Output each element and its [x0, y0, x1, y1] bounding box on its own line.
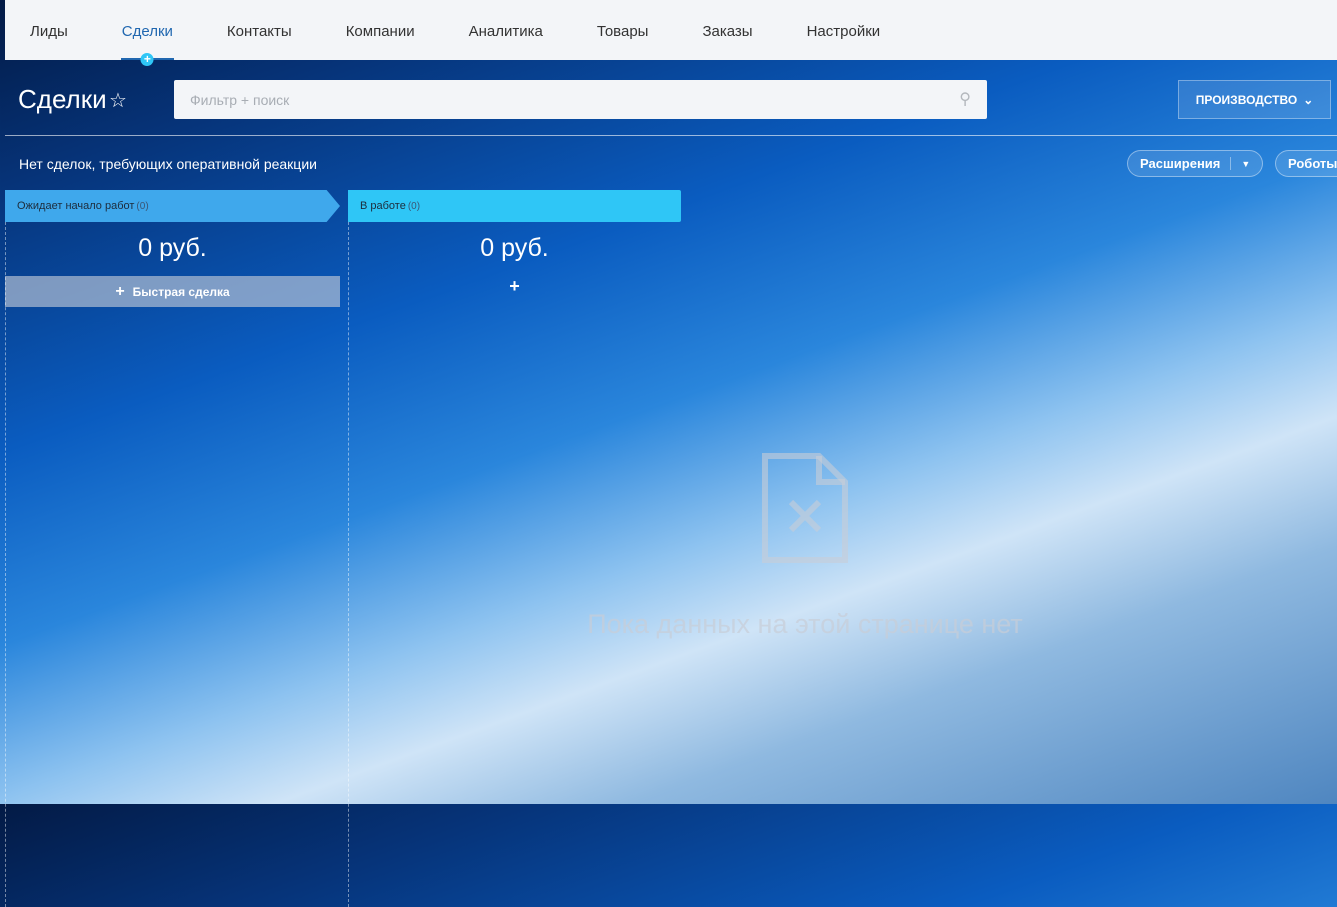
- add-deal-button[interactable]: +: [348, 276, 681, 297]
- quick-deal-label: Быстрая сделка: [132, 284, 230, 299]
- extensions-label: Расширения: [1140, 156, 1221, 171]
- column-count: (0): [136, 200, 149, 212]
- separator: [1230, 157, 1232, 170]
- column-border: [348, 222, 349, 907]
- add-icon[interactable]: +: [140, 53, 154, 66]
- nav-products[interactable]: Товары: [597, 0, 649, 60]
- chevron-down-icon: ⌄: [1303, 92, 1314, 107]
- nav-deals-label: Сделки: [121, 23, 173, 40]
- robots-button[interactable]: Роботы: [1275, 150, 1337, 177]
- robots-label: Роботы: [1288, 156, 1337, 171]
- nav-contacts[interactable]: Контакты: [227, 0, 292, 60]
- nav-companies[interactable]: Компании: [346, 0, 415, 60]
- nav-analytics[interactable]: Аналитика: [469, 0, 543, 60]
- plus-icon: +: [115, 282, 125, 300]
- caret-down-icon[interactable]: ▼: [1241, 159, 1250, 169]
- search-input[interactable]: [174, 80, 987, 119]
- empty-document-icon: [762, 453, 848, 563]
- column-header[interactable]: Ожидает начало работ (0): [5, 190, 340, 222]
- kanban-column: Ожидает начало работ (0) 0 руб. + Быстрая …: [5, 190, 349, 907]
- nav-orders[interactable]: Заказы: [702, 0, 752, 60]
- nav-leads[interactable]: Лиды: [30, 0, 68, 60]
- kanban-column: В работе (0) 0 руб. +: [348, 190, 681, 297]
- column-sum: 0 руб.: [480, 234, 549, 262]
- top-navigation: Лиды Сделки + Контакты Компании Аналитика…: [5, 0, 1337, 66]
- extensions-button[interactable]: Расширения ▼: [1127, 150, 1264, 177]
- column-title: В работе: [360, 200, 406, 212]
- column-title: Ожидает начало работ: [17, 200, 135, 212]
- category-label: ПРОИЗВОДСТВО: [1195, 92, 1298, 107]
- page-title: Сделки: [18, 84, 107, 114]
- nav-deals[interactable]: Сделки +: [120, 0, 175, 66]
- column-count: (0): [407, 200, 421, 212]
- category-dropdown[interactable]: ПРОИЗВОДСТВО ⌄: [1178, 80, 1331, 119]
- empty-message: Пока данных на этой странице нет: [587, 609, 1023, 639]
- search-box[interactable]: ⚲: [174, 80, 987, 119]
- column-sum: 0 руб.: [138, 234, 207, 262]
- divider: [5, 135, 1337, 136]
- column-border: [5, 222, 6, 907]
- quick-deal-button[interactable]: + Быстрая сделка: [5, 276, 340, 307]
- column-header[interactable]: В работе (0): [348, 190, 681, 222]
- star-icon[interactable]: ☆: [109, 88, 127, 113]
- nav-settings[interactable]: Настройки: [807, 0, 881, 60]
- search-icon[interactable]: ⚲: [959, 89, 971, 109]
- empty-state: Пока данных на этой странице нет: [545, 452, 1065, 640]
- notice-text: Нет сделок, требующих оперативной реакци…: [19, 156, 317, 172]
